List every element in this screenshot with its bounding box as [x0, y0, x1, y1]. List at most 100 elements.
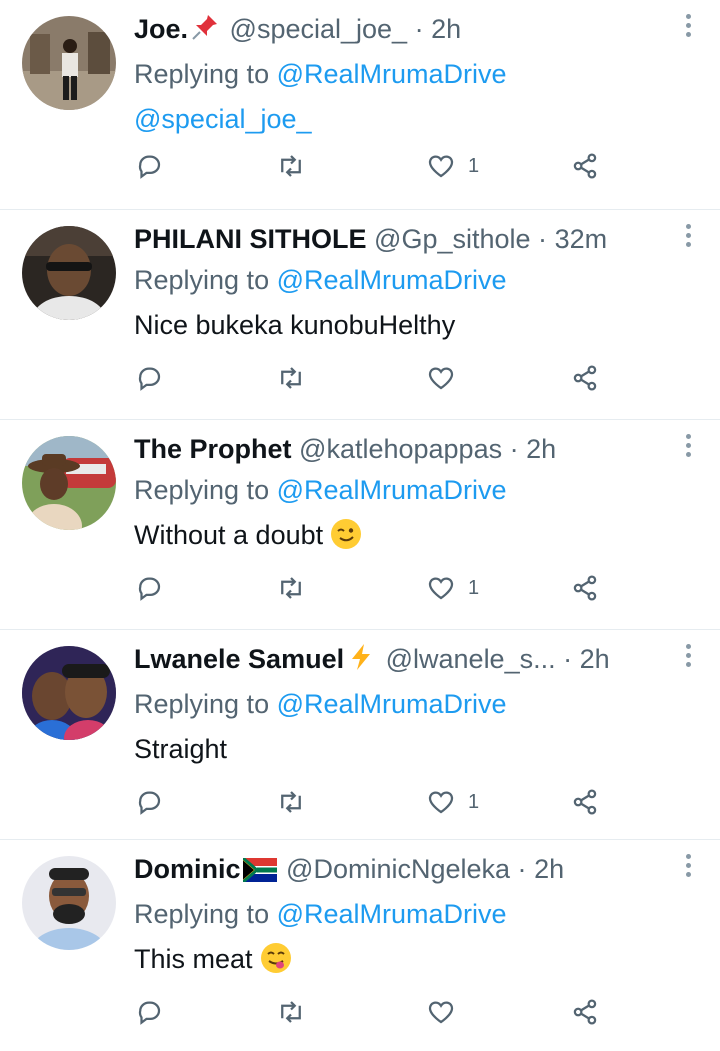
- retweet-icon: [281, 1001, 301, 1023]
- share-button[interactable]: [570, 784, 600, 820]
- replying-to: Replying to @RealMrumaDrive: [134, 892, 672, 937]
- reply-tweet[interactable]: Dominic @DominicNgeleka · 2h Replying to…: [0, 840, 720, 1050]
- avatar[interactable]: [22, 436, 116, 530]
- more-options-icon[interactable]: [684, 14, 692, 40]
- mention-link[interactable]: @RealMrumaDrive: [277, 59, 507, 89]
- retweet-icon: [281, 577, 301, 599]
- replying-to-label: Replying to: [134, 265, 270, 295]
- tweet-text-content: This meat: [134, 944, 253, 974]
- separator-dot: ·: [517, 854, 527, 884]
- share-icon: [573, 365, 597, 391]
- action-bar: 1: [134, 148, 614, 184]
- like-button[interactable]: [426, 994, 468, 1030]
- share-icon: [573, 575, 597, 601]
- retweet-button[interactable]: [276, 148, 306, 184]
- timestamp[interactable]: 32m: [555, 224, 608, 254]
- share-icon: [573, 153, 597, 179]
- winking-face-icon: [329, 517, 363, 551]
- separator-dot: ·: [538, 224, 548, 254]
- tweet-text-content: Without a doubt: [134, 520, 324, 550]
- heart-icon: [428, 791, 454, 814]
- lightning-emoji-icon: [346, 642, 376, 682]
- like-count: 1: [468, 790, 480, 813]
- share-icon: [573, 789, 597, 815]
- more-options-icon[interactable]: [684, 434, 692, 460]
- reply-icon: [138, 155, 161, 179]
- reply-button[interactable]: [134, 360, 164, 396]
- retweet-button[interactable]: [276, 360, 306, 396]
- like-button[interactable]: [426, 360, 468, 396]
- share-button[interactable]: [570, 570, 600, 606]
- separator-dot: ·: [509, 434, 519, 464]
- retweet-button[interactable]: [276, 570, 306, 606]
- retweet-icon: [281, 791, 301, 813]
- more-options-icon[interactable]: [684, 644, 692, 670]
- share-button[interactable]: [570, 148, 600, 184]
- replying-to-label: Replying to: [134, 475, 270, 505]
- reply-button[interactable]: [134, 994, 164, 1030]
- action-bar: [134, 994, 614, 1030]
- south-africa-flag-icon: [241, 854, 277, 892]
- replying-to-label: Replying to: [134, 689, 270, 719]
- share-button[interactable]: [570, 360, 600, 396]
- timestamp[interactable]: 2h: [431, 14, 461, 44]
- reply-tweet[interactable]: Lwanele Samuel @lwanele_s... · 2h Replyi…: [0, 630, 720, 840]
- replying-to-label: Replying to: [134, 59, 270, 89]
- share-icon: [573, 999, 597, 1025]
- author-name[interactable]: The Prophet: [134, 434, 292, 464]
- replying-to: Replying to @RealMrumaDrive: [134, 258, 672, 303]
- separator-dot: ·: [414, 14, 424, 44]
- author-handle[interactable]: @DominicNgeleka: [286, 854, 510, 884]
- more-options-icon[interactable]: [684, 854, 692, 880]
- retweet-icon: [281, 367, 301, 389]
- author-name[interactable]: Dominic: [134, 854, 241, 884]
- like-button[interactable]: 1: [426, 570, 479, 606]
- replying-to: Replying to @RealMrumaDrive: [134, 52, 672, 97]
- retweet-button[interactable]: [276, 784, 306, 820]
- separator-dot: ·: [563, 644, 573, 674]
- like-button[interactable]: 1: [426, 148, 479, 184]
- author-name[interactable]: Joe.: [134, 14, 188, 44]
- avatar[interactable]: [22, 16, 116, 110]
- tweet-text: Without a doubt: [134, 513, 672, 558]
- pin-emoji-icon: [190, 12, 220, 52]
- reply-icon: [138, 367, 161, 391]
- tweet-text: This meat: [134, 937, 672, 982]
- timestamp[interactable]: 2h: [580, 644, 610, 674]
- replying-to: Replying to @RealMrumaDrive: [134, 468, 672, 513]
- mention-link[interactable]: @RealMrumaDrive: [277, 475, 507, 505]
- mention-link[interactable]: @RealMrumaDrive: [277, 265, 507, 295]
- reply-tweet[interactable]: The Prophet @katlehopappas · 2h Replying…: [0, 420, 720, 630]
- retweet-icon: [281, 155, 301, 177]
- like-button[interactable]: 1: [426, 784, 479, 820]
- author-handle[interactable]: @Gp_sithole: [374, 224, 531, 254]
- reply-icon: [138, 791, 161, 815]
- timestamp[interactable]: 2h: [534, 854, 564, 884]
- avatar[interactable]: [22, 856, 116, 950]
- action-bar: 1: [134, 570, 614, 606]
- author-handle[interactable]: @katlehopappas: [299, 434, 502, 464]
- reply-button[interactable]: [134, 784, 164, 820]
- reply-tweet[interactable]: PHILANI SITHOLE @Gp_sithole · 32m Replyi…: [0, 210, 720, 420]
- share-button[interactable]: [570, 994, 600, 1030]
- avatar[interactable]: [22, 226, 116, 320]
- reply-button[interactable]: [134, 570, 164, 606]
- like-count: 1: [468, 576, 480, 599]
- retweet-button[interactable]: [276, 994, 306, 1030]
- avatar[interactable]: [22, 646, 116, 740]
- reply-tweet[interactable]: Joe. @special_joe_ · 2h Replying to @Rea…: [0, 0, 720, 210]
- timestamp[interactable]: 2h: [526, 434, 556, 464]
- mention-link[interactable]: @RealMrumaDrive: [277, 689, 507, 719]
- more-options-icon[interactable]: [684, 224, 692, 250]
- author-handle[interactable]: @lwanele_s...: [386, 644, 556, 674]
- author-handle[interactable]: @special_joe_: [230, 14, 408, 44]
- reply-button[interactable]: [134, 148, 164, 184]
- tweet-text: Straight: [134, 734, 228, 764]
- replying-to-label: Replying to: [134, 899, 270, 929]
- author-name[interactable]: Lwanele Samuel: [134, 644, 344, 674]
- replying-to: Replying to @RealMrumaDrive: [134, 682, 672, 727]
- heart-icon: [428, 367, 454, 390]
- author-name[interactable]: PHILANI SITHOLE: [134, 224, 367, 254]
- mention-link[interactable]: @special_joe_: [134, 104, 312, 134]
- mention-link[interactable]: @RealMrumaDrive: [277, 899, 507, 929]
